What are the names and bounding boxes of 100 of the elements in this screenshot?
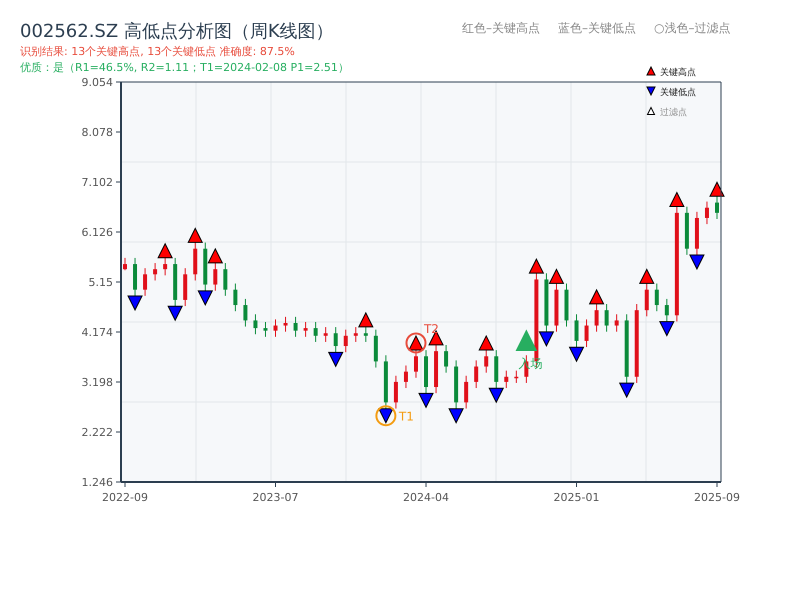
y-tick-label: 3.198 bbox=[82, 376, 113, 389]
high-marker bbox=[588, 288, 604, 304]
candle bbox=[464, 375, 468, 410]
candle bbox=[654, 283, 659, 312]
high-marker bbox=[187, 227, 204, 243]
candle bbox=[344, 329, 348, 353]
candle bbox=[233, 283, 238, 312]
legend-low-icon bbox=[646, 86, 656, 96]
candle bbox=[334, 326, 338, 353]
low-marker bbox=[167, 306, 183, 322]
high-marker bbox=[208, 248, 224, 264]
low-marker bbox=[618, 382, 634, 398]
legend-high-icon bbox=[646, 66, 656, 76]
candle bbox=[253, 314, 258, 335]
x-tick-label: 2023-07 bbox=[252, 491, 298, 504]
candle bbox=[644, 283, 649, 317]
candle bbox=[424, 350, 428, 394]
candle bbox=[243, 298, 248, 328]
candle bbox=[594, 304, 599, 332]
high-marker bbox=[638, 268, 655, 284]
target-label: T2 bbox=[424, 322, 439, 336]
low-marker bbox=[418, 392, 434, 408]
y-tick-label: 1.246 bbox=[82, 476, 113, 489]
low-marker bbox=[689, 254, 705, 270]
legend-label: 关键低点 bbox=[660, 88, 696, 98]
candle bbox=[354, 326, 358, 342]
y-tick-label: 4.174 bbox=[82, 326, 113, 339]
candle bbox=[404, 365, 408, 389]
target-label: T1 bbox=[398, 410, 414, 424]
quality-text: 优质：是（R1=46.5%, R2=1.11；T1=2024-02-08 P1=2.51） bbox=[20, 60, 349, 76]
candle bbox=[504, 370, 508, 389]
candle bbox=[434, 344, 438, 394]
candle bbox=[153, 262, 158, 281]
candle bbox=[143, 268, 148, 296]
candle bbox=[704, 201, 709, 225]
x-tick-label: 2025-01 bbox=[554, 491, 600, 504]
low-marker bbox=[659, 321, 675, 337]
candle bbox=[624, 314, 629, 384]
x-tick-label: 2024-04 bbox=[403, 491, 449, 504]
candle bbox=[444, 344, 448, 374]
candle bbox=[614, 314, 619, 332]
candle bbox=[173, 257, 178, 307]
y-tick-label: 9.054 bbox=[82, 76, 113, 89]
candle bbox=[394, 375, 398, 410]
candle bbox=[163, 257, 168, 276]
candle bbox=[554, 283, 558, 332]
candle bbox=[494, 350, 498, 389]
candle bbox=[193, 242, 198, 281]
candle bbox=[374, 329, 378, 368]
candle bbox=[544, 272, 548, 332]
legend-filtered-icon bbox=[646, 106, 656, 115]
low-marker bbox=[448, 408, 464, 424]
low-marker bbox=[538, 331, 554, 347]
candle bbox=[684, 206, 689, 256]
candle bbox=[484, 350, 488, 374]
y-tick-label: 8.078 bbox=[82, 126, 113, 139]
candle bbox=[213, 262, 218, 292]
high-marker bbox=[478, 334, 494, 350]
candle bbox=[384, 354, 388, 410]
color-legend-text: 蓝色–关键低点 bbox=[558, 20, 636, 37]
candle bbox=[203, 242, 208, 292]
candle bbox=[263, 321, 268, 338]
candle bbox=[304, 321, 308, 338]
candle bbox=[274, 318, 278, 338]
high-marker bbox=[709, 181, 725, 197]
x-tick-label: 2025-09 bbox=[694, 491, 740, 504]
candle bbox=[664, 298, 669, 322]
legend-label: 关键高点 bbox=[660, 68, 696, 78]
chart-title: 002562.SZ 高低点分析图（周K线图） bbox=[20, 20, 334, 44]
x-tick-label: 2022-09 bbox=[102, 491, 148, 504]
candle bbox=[694, 211, 699, 256]
y-tick-label: 5.15 bbox=[88, 276, 113, 289]
candle bbox=[223, 262, 228, 296]
high-marker bbox=[358, 312, 374, 328]
candle bbox=[183, 268, 188, 307]
legend-label: 过滤点 bbox=[660, 108, 687, 118]
candle bbox=[584, 318, 589, 348]
low-marker bbox=[197, 290, 214, 306]
color-legend-text: 红色–关键高点 bbox=[462, 20, 540, 37]
candle bbox=[474, 360, 478, 389]
y-tick-label: 2.222 bbox=[82, 426, 113, 439]
candle bbox=[514, 370, 518, 384]
candle bbox=[364, 326, 368, 342]
high-marker bbox=[669, 191, 685, 208]
candle bbox=[324, 326, 328, 342]
candle bbox=[454, 360, 458, 410]
y-tick-label: 7.102 bbox=[82, 176, 113, 189]
summary-text: 识别结果: 13个关键高点, 13个关键低点 准确度: 87.5% bbox=[20, 44, 295, 60]
y-tick-label: 6.126 bbox=[82, 226, 113, 239]
candle bbox=[294, 316, 298, 338]
low-marker bbox=[568, 346, 584, 362]
high-marker bbox=[528, 258, 544, 274]
candle bbox=[564, 283, 568, 328]
candle bbox=[314, 321, 318, 342]
low-marker bbox=[328, 352, 344, 368]
color-legend-text: ○浅色–过滤点 bbox=[654, 20, 730, 37]
candle bbox=[123, 257, 127, 271]
candle bbox=[715, 196, 719, 220]
low-marker bbox=[488, 388, 504, 404]
candle bbox=[284, 316, 288, 332]
